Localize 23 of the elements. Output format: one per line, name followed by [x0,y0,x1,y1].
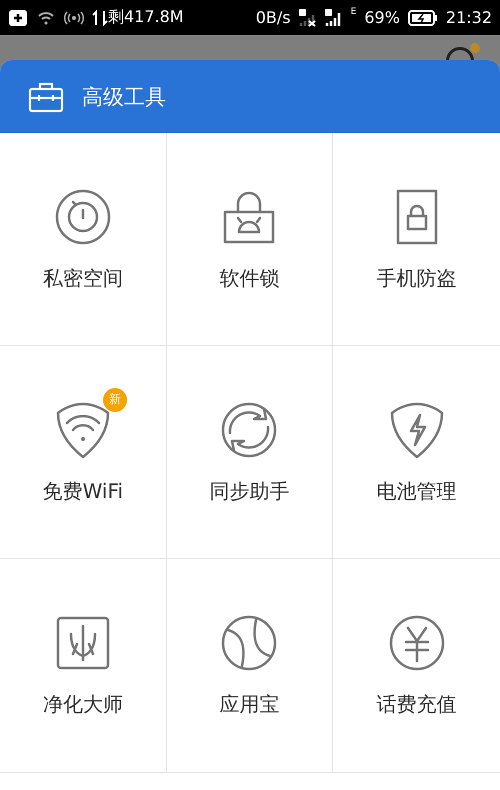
network-type: E [350,7,356,17]
battery-charging-icon [408,8,438,26]
yuan-icon [388,614,446,672]
ball-icon [220,614,278,672]
tool-tile[interactable]: 新 免费WiFi [0,346,167,559]
panel-title: 高级工具 [82,84,166,110]
safe-icon [54,188,112,246]
data-transfer-icon [92,8,108,26]
battery-percent: 69% [364,8,400,27]
tool-tile[interactable]: 软件锁 [166,133,334,346]
tool-tile[interactable]: 私密空间 [0,133,167,346]
new-badge: 新 [102,388,127,412]
tool-tile[interactable]: 同步助手 [166,346,334,559]
network-speed: 0B/s [256,8,291,27]
data-remaining: 剩417.8M [108,7,184,28]
toolbox-icon [28,80,64,112]
add-icon [8,8,28,26]
signal-icon [324,8,343,26]
signal-off-icon [298,8,317,26]
hotspot-icon [64,8,84,26]
clock: 21:32 [446,8,492,27]
sync-icon [220,400,278,458]
notification-dot [470,43,480,53]
